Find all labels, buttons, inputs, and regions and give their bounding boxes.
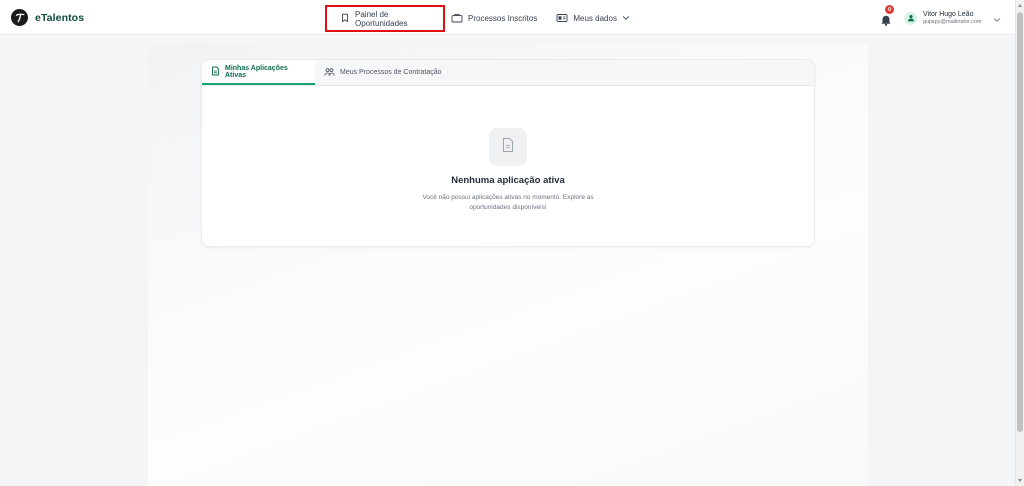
id-card-icon bbox=[556, 13, 568, 25]
chevron-down-icon bbox=[993, 10, 1001, 28]
brand-logo-icon bbox=[11, 9, 28, 26]
applications-card: Minhas Aplicações Ativas Meus Processos … bbox=[201, 59, 815, 247]
tab-minhas-aplicacoes[interactable]: Minhas Aplicações Ativas bbox=[202, 60, 315, 85]
notification-count-badge: 0 bbox=[885, 5, 894, 14]
scroll-down-icon[interactable] bbox=[1018, 479, 1022, 482]
page-scrollbar[interactable] bbox=[1015, 0, 1024, 486]
user-menu[interactable]: Vitor Hugo Leão gujiapy@mailinator.com bbox=[904, 8, 1001, 28]
top-navbar: eTalentos Painel de Oportunidades Proces… bbox=[0, 0, 1015, 35]
empty-state-description: Você não possui aplicações ativas no mom… bbox=[422, 194, 594, 212]
tab-label: Minhas Aplicações Ativas bbox=[225, 64, 288, 79]
tab-label: Meus Processos de Contratação bbox=[340, 69, 442, 76]
users-icon bbox=[324, 67, 335, 79]
user-info: Vitor Hugo Leão gujiapy@mailinator.com bbox=[923, 11, 981, 25]
document-icon bbox=[501, 137, 515, 158]
nav-item-label: Meus dados bbox=[573, 14, 617, 23]
chevron-down-icon bbox=[622, 14, 630, 23]
nav-meus-dados[interactable]: Meus dados bbox=[556, 5, 630, 32]
tab-bar: Minhas Aplicações Ativas Meus Processos … bbox=[202, 60, 814, 86]
user-name: Vitor Hugo Leão bbox=[923, 10, 974, 18]
scroll-up-icon[interactable] bbox=[1018, 4, 1022, 7]
bookmark-icon bbox=[340, 13, 350, 25]
empty-state-icon-box bbox=[489, 128, 527, 166]
main-nav: Painel de Oportunidades Processos Inscri… bbox=[325, 5, 630, 32]
user-avatar-icon bbox=[904, 11, 917, 25]
empty-state-title: Nenhuma aplicação ativa bbox=[451, 175, 565, 186]
empty-state: Nenhuma aplicação ativa Você não possui … bbox=[202, 86, 814, 214]
brand[interactable]: eTalentos bbox=[11, 9, 84, 26]
nav-processos-inscritos[interactable]: Processos Inscritos bbox=[451, 5, 537, 32]
scrollbar-thumb[interactable] bbox=[1017, 12, 1023, 432]
nav-item-label: Processos Inscritos bbox=[468, 14, 538, 23]
tab-meus-processos[interactable]: Meus Processos de Contratação bbox=[315, 60, 451, 85]
user-email: gujiapy@mailinator.com bbox=[923, 18, 982, 25]
document-icon bbox=[211, 66, 220, 78]
notifications-button[interactable]: 0 bbox=[879, 5, 895, 26]
brand-name: eTalentos bbox=[35, 11, 85, 24]
nav-painel-oportunidades[interactable]: Painel de Oportunidades bbox=[325, 5, 445, 32]
nav-item-label: Painel de Oportunidades bbox=[355, 9, 408, 28]
briefcase-icon bbox=[451, 13, 463, 25]
